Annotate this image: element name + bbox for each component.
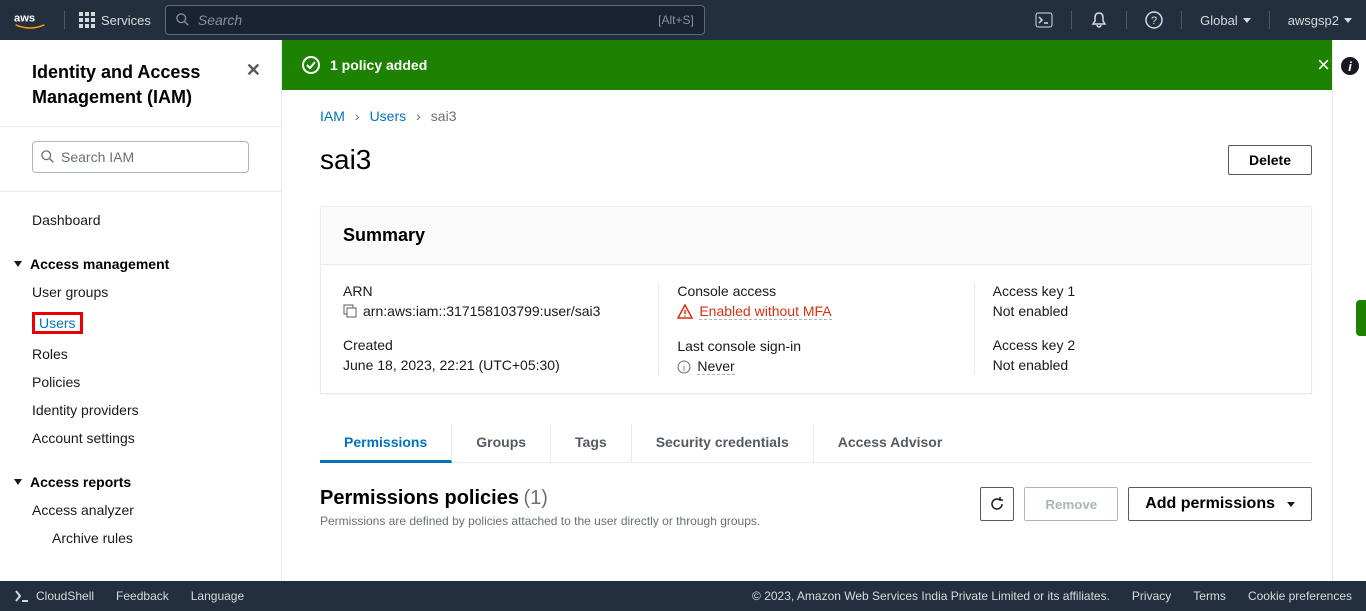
info-icon[interactable]: i bbox=[677, 360, 691, 374]
copyright: © 2023, Amazon Web Services India Privat… bbox=[752, 589, 1110, 603]
nav-account-settings[interactable]: Account settings bbox=[0, 424, 281, 452]
svg-text:i: i bbox=[1348, 59, 1352, 74]
tabs: Permissions Groups Tags Security credent… bbox=[320, 424, 1312, 463]
nav-dashboard[interactable]: Dashboard bbox=[0, 206, 281, 234]
nav-access-analyzer[interactable]: Access analyzer bbox=[0, 496, 281, 524]
language-link[interactable]: Language bbox=[191, 589, 244, 603]
tab-groups[interactable]: Groups bbox=[452, 424, 551, 462]
global-search[interactable]: Search [Alt+S] bbox=[165, 5, 705, 35]
cloudshell-icon[interactable] bbox=[1035, 11, 1053, 29]
last-signin-value: Never bbox=[697, 358, 734, 375]
search-shortcut: [Alt+S] bbox=[658, 13, 694, 27]
sidebar: Identity and Access Management (IAM) ✕ S… bbox=[0, 40, 282, 581]
last-signin-label: Last console sign-in bbox=[677, 338, 973, 354]
flash-message: 1 policy added bbox=[330, 57, 427, 73]
breadcrumb-users[interactable]: Users bbox=[370, 108, 407, 124]
grid-icon bbox=[79, 12, 95, 28]
divider bbox=[1269, 11, 1270, 29]
cookie-link[interactable]: Cookie preferences bbox=[1248, 589, 1352, 603]
tab-tags[interactable]: Tags bbox=[551, 424, 632, 462]
chevron-right-icon: › bbox=[355, 108, 360, 124]
flash-close-icon[interactable]: × bbox=[1317, 52, 1330, 78]
info-panel-icon[interactable]: i bbox=[1340, 56, 1360, 81]
nav-user-groups[interactable]: User groups bbox=[0, 278, 281, 306]
created-label: Created bbox=[343, 337, 658, 353]
refresh-button[interactable] bbox=[980, 487, 1014, 521]
policies-subtitle: Permissions are defined by policies atta… bbox=[320, 514, 760, 528]
sidebar-close-icon[interactable]: ✕ bbox=[246, 60, 261, 81]
main-content: 1 policy added × IAM › Users › sai3 sai3… bbox=[282, 40, 1350, 581]
summary-heading: Summary bbox=[343, 225, 1289, 246]
help-icon[interactable]: ? bbox=[1145, 11, 1163, 29]
add-permissions-button[interactable]: Add permissions bbox=[1128, 487, 1312, 521]
nav-identity-providers[interactable]: Identity providers bbox=[0, 396, 281, 424]
sidebar-search-input[interactable]: Search IAM bbox=[32, 141, 249, 173]
right-rail: i bbox=[1332, 40, 1366, 581]
policies-count: (1) bbox=[523, 487, 547, 509]
nav-archive-rules[interactable]: Archive rules bbox=[0, 524, 281, 552]
page-title: sai3 bbox=[320, 144, 1228, 176]
access-key-2-label: Access key 2 bbox=[993, 337, 1289, 353]
nav-policies[interactable]: Policies bbox=[0, 368, 281, 396]
caret-down-icon bbox=[1287, 502, 1295, 507]
search-placeholder: Search bbox=[198, 12, 242, 28]
created-value: June 18, 2023, 22:21 (UTC+05:30) bbox=[343, 357, 560, 373]
remove-button[interactable]: Remove bbox=[1024, 487, 1118, 521]
access-key-1-value: Not enabled bbox=[993, 303, 1069, 319]
nav-section-access-reports[interactable]: Access reports bbox=[0, 466, 281, 496]
search-icon bbox=[41, 150, 55, 164]
arn-label: ARN bbox=[343, 283, 658, 299]
region-selector[interactable]: Global bbox=[1200, 13, 1251, 28]
rail-tab[interactable] bbox=[1356, 300, 1366, 336]
breadcrumb-current: sai3 bbox=[431, 108, 457, 124]
services-menu[interactable]: Services bbox=[79, 12, 151, 28]
svg-text:aws: aws bbox=[14, 13, 35, 25]
console-access-value[interactable]: Enabled without MFA bbox=[699, 303, 831, 320]
policies-title: Permissions policies bbox=[320, 487, 519, 509]
nav-roles[interactable]: Roles bbox=[0, 340, 281, 368]
access-key-1-label: Access key 1 bbox=[993, 283, 1289, 299]
breadcrumb: IAM › Users › sai3 bbox=[320, 108, 1312, 124]
console-access-label: Console access bbox=[677, 283, 973, 299]
account-menu[interactable]: awsgsp2 bbox=[1288, 13, 1352, 28]
bottom-bar: CloudShell Feedback Language © 2023, Ama… bbox=[0, 581, 1366, 611]
refresh-icon bbox=[989, 496, 1005, 512]
terminal-icon bbox=[14, 588, 30, 604]
aws-logo[interactable]: aws bbox=[14, 10, 46, 30]
cloudshell-link[interactable]: CloudShell bbox=[14, 588, 94, 604]
triangle-down-icon bbox=[14, 479, 22, 485]
nav-section-access-management[interactable]: Access management bbox=[0, 248, 281, 278]
top-navbar: aws Services Search [Alt+S] ? Global aws… bbox=[0, 0, 1366, 40]
chevron-right-icon: › bbox=[416, 108, 421, 124]
notifications-icon[interactable] bbox=[1090, 11, 1108, 29]
services-label: Services bbox=[101, 13, 151, 28]
tab-security-credentials[interactable]: Security credentials bbox=[632, 424, 814, 462]
svg-text:i: i bbox=[683, 363, 685, 373]
terms-link[interactable]: Terms bbox=[1193, 589, 1226, 603]
caret-down-icon bbox=[1344, 18, 1352, 23]
warning-icon bbox=[677, 304, 693, 320]
search-icon bbox=[176, 13, 190, 27]
check-circle-icon bbox=[302, 56, 320, 74]
summary-card: Summary ARN arn:aws:iam::317158103799:us… bbox=[320, 206, 1312, 394]
divider bbox=[64, 11, 65, 29]
caret-down-icon bbox=[1243, 18, 1251, 23]
tab-permissions[interactable]: Permissions bbox=[320, 424, 452, 463]
divider bbox=[1071, 11, 1072, 29]
divider bbox=[1181, 11, 1182, 29]
breadcrumb-iam[interactable]: IAM bbox=[320, 108, 345, 124]
feedback-link[interactable]: Feedback bbox=[116, 589, 169, 603]
privacy-link[interactable]: Privacy bbox=[1132, 589, 1171, 603]
access-key-2-value: Not enabled bbox=[993, 357, 1069, 373]
sidebar-title: Identity and Access Management (IAM) bbox=[32, 60, 246, 110]
nav-users[interactable]: Users bbox=[0, 306, 281, 340]
copy-icon[interactable] bbox=[343, 304, 357, 318]
arn-value: arn:aws:iam::317158103799:user/sai3 bbox=[363, 303, 600, 319]
tab-access-advisor[interactable]: Access Advisor bbox=[814, 424, 967, 462]
divider bbox=[1126, 11, 1127, 29]
delete-button[interactable]: Delete bbox=[1228, 145, 1312, 175]
flash-success: 1 policy added × bbox=[282, 40, 1350, 90]
svg-text:?: ? bbox=[1151, 15, 1157, 27]
triangle-down-icon bbox=[14, 261, 22, 267]
